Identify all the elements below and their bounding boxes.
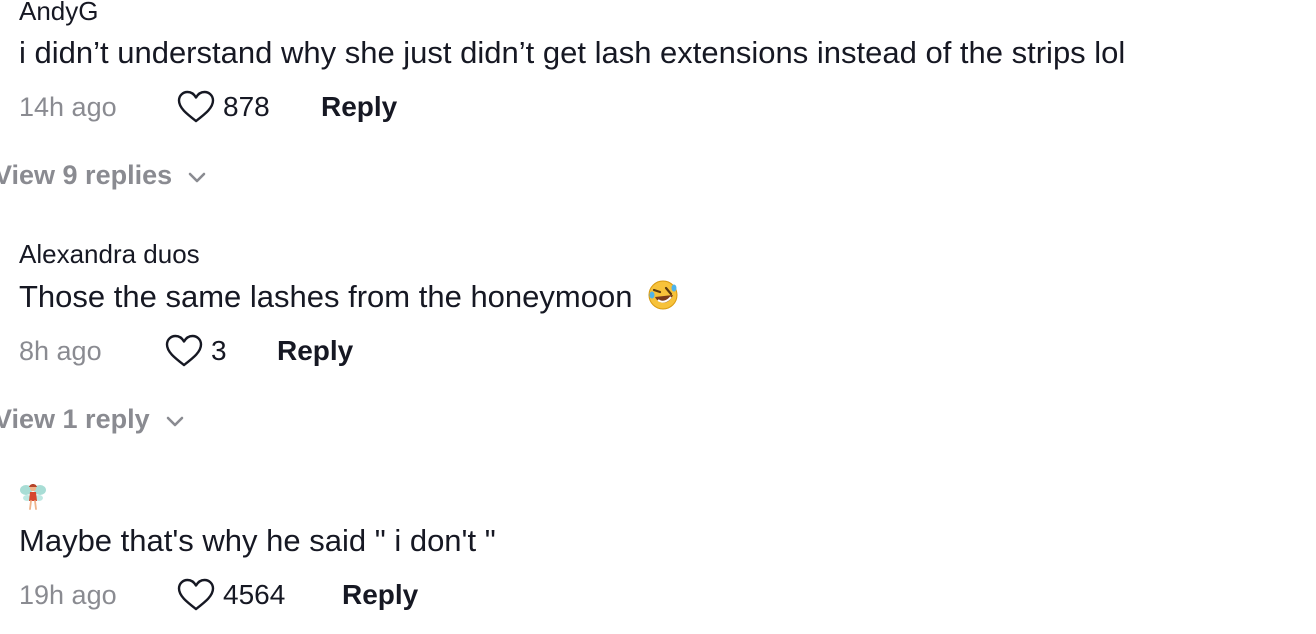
- like-button[interactable]: 3: [165, 333, 227, 369]
- comment-time: 8h ago: [19, 336, 102, 366]
- comment-text: i didn’t understand why she just didn’t …: [19, 35, 1126, 70]
- comment-text-content: Those the same lashes from the honeymoon: [19, 279, 633, 314]
- comment-time: 19h ago: [19, 580, 117, 610]
- comment-username[interactable]: Alexandra duos: [19, 239, 200, 269]
- chevron-down-icon: [166, 416, 183, 427]
- comment-meta: 19h ago 4564 Reply: [19, 577, 719, 613]
- view-replies-label: View 9 replies: [0, 160, 173, 190]
- view-replies-button[interactable]: View 1 reply: [0, 401, 186, 437]
- comment-time: 14h ago: [19, 92, 117, 122]
- heart-outline-icon: [165, 334, 203, 367]
- like-count: 4564: [223, 579, 286, 610]
- view-replies-label: View 1 reply: [0, 404, 150, 434]
- comments-list: AndyG i didn’t understand why she just d…: [0, 0, 1316, 634]
- fairy-emoji-username[interactable]: [19, 481, 47, 511]
- reply-button[interactable]: Reply: [342, 577, 418, 613]
- like-button[interactable]: 878: [177, 89, 270, 125]
- like-count: 878: [223, 91, 270, 122]
- comment-meta: 8h ago 3 Reply: [19, 333, 719, 369]
- reply-button[interactable]: Reply: [321, 89, 397, 125]
- like-button[interactable]: 4564: [177, 577, 285, 613]
- like-count: 3: [211, 335, 227, 366]
- comment-meta: 14h ago 878 Reply: [19, 89, 719, 125]
- rolling-on-floor-laughing-emoji: [648, 280, 678, 310]
- chevron-down-icon: [188, 172, 206, 183]
- comment-text: Those the same lashes from the honeymoon: [19, 279, 679, 315]
- reply-button[interactable]: Reply: [277, 333, 353, 369]
- heart-outline-icon: [177, 90, 215, 123]
- comment-text: Maybe that's why he said " i don't ": [19, 523, 496, 558]
- heart-outline-icon: [177, 578, 215, 611]
- view-replies-button[interactable]: View 9 replies: [0, 157, 208, 193]
- comment-username[interactable]: AndyG: [19, 0, 99, 26]
